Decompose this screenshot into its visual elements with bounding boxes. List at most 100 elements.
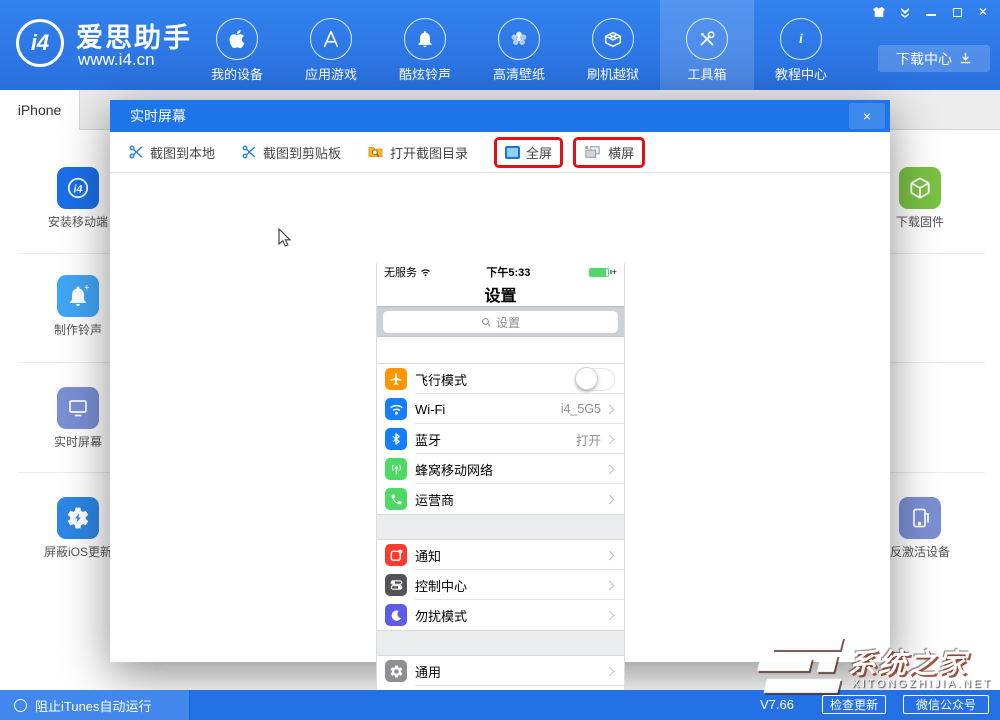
row-bluetooth[interactable]: 蓝牙 打开 (377, 424, 624, 454)
svg-text:+: + (85, 284, 90, 292)
divider (890, 472, 985, 473)
maximize-button[interactable] (946, 3, 968, 21)
nav-flash-jailbreak[interactable]: 刷机越狱 (566, 0, 660, 90)
menu-chevrons-icon[interactable] (894, 3, 916, 21)
divider (890, 362, 985, 363)
nav-ringtones[interactable]: 酷炫铃声 (378, 0, 472, 90)
spacer (377, 337, 624, 363)
firmware-cube-icon (899, 167, 941, 209)
row-label: 蓝牙 (415, 430, 576, 449)
scissors-icon (128, 144, 144, 160)
nav-wallpapers[interactable]: 高清壁纸 (472, 0, 566, 90)
version-label: V7.66 (760, 697, 794, 712)
wifi-status-icon (420, 268, 431, 277)
download-center-button[interactable]: 下载中心 (878, 45, 990, 72)
toolbar-label: 横屏 (608, 143, 634, 162)
open-screenshot-folder-button[interactable]: 打开截图目录 (367, 143, 468, 162)
chevron-right-icon (605, 434, 615, 444)
download-center-label: 下载中心 (896, 49, 952, 69)
folder-search-icon (367, 144, 384, 160)
notifications-icon (385, 544, 407, 566)
row-carrier[interactable]: 运营商 (377, 484, 624, 514)
jailbreak-box-icon (592, 18, 634, 60)
group-separator (377, 631, 624, 655)
settings-group-2: 通知 控制中心 勿扰模式 (377, 539, 624, 631)
row-label: 运营商 (415, 490, 606, 509)
chevron-right-icon (605, 666, 615, 676)
fullscreen-highlight-box: 全屏 (494, 137, 563, 168)
airplane-toggle[interactable] (575, 368, 615, 391)
row-airplane-mode[interactable]: 飞行模式 (377, 364, 624, 394)
nav-label: 刷机越狱 (587, 64, 639, 83)
toolbox-icon (686, 18, 728, 60)
bell-icon (404, 18, 446, 60)
group-separator (377, 515, 624, 539)
row-do-not-disturb[interactable]: 勿扰模式 (377, 600, 624, 630)
chevron-right-icon (605, 404, 615, 414)
fullscreen-button[interactable]: 全屏 (505, 143, 552, 162)
chevron-right-icon (605, 494, 615, 504)
screenshot-to-clipboard-button[interactable]: 截图到剪贴板 (241, 143, 341, 162)
row-control-center[interactable]: 控制中心 (377, 570, 624, 600)
skin-icon[interactable] (868, 3, 890, 21)
row-notifications[interactable]: 通知 (377, 540, 624, 570)
row-value: 打开 (576, 430, 601, 449)
svg-text:i4: i4 (73, 183, 82, 195)
divider (18, 253, 110, 254)
search-icon (481, 317, 492, 328)
dialog-content: 无服务 下午5:33 + 设置 设置 (110, 173, 890, 662)
nav-my-devices[interactable]: 我的设备 (190, 0, 284, 90)
checkbox-circle-icon (14, 699, 27, 712)
nav-apps-games[interactable]: 应用游戏 (284, 0, 378, 90)
nav-label: 教程中心 (775, 64, 827, 83)
check-update-button[interactable]: 检查更新 (822, 695, 886, 714)
block-itunes-checkbox[interactable]: 阻止iTunes自动运行 (0, 690, 190, 720)
bluetooth-icon (385, 428, 407, 450)
landscape-button[interactable]: 横屏 (584, 143, 634, 162)
control-center-icon (385, 574, 407, 596)
nav-toolbox[interactable]: 工具箱 (660, 0, 754, 90)
app-url: www.i4.cn (78, 50, 155, 70)
divider (18, 472, 110, 473)
ringtone-bell-icon: + (57, 275, 99, 317)
charging-indicator: + (612, 267, 617, 277)
nav-tutorials[interactable]: i 教程中心 (754, 0, 848, 90)
main-nav: 我的设备 应用游戏 酷炫铃声 高清壁纸 刷机越狱 (190, 0, 848, 90)
nav-label: 我的设备 (211, 64, 263, 83)
fullscreen-icon (505, 146, 520, 159)
checkbox-label: 阻止iTunes自动运行 (35, 696, 152, 715)
appstore-icon (310, 18, 352, 60)
logo-badge: i4 (31, 30, 49, 56)
screenshot-to-local-button[interactable]: 截图到本地 (128, 143, 215, 162)
row-label: 通知 (415, 546, 606, 565)
row-cellular[interactable]: 蜂窝移动网络 (377, 454, 624, 484)
wechat-account-button[interactable]: 微信公众号 (903, 695, 989, 714)
dialog-titlebar[interactable]: 实时屏幕 × (110, 100, 890, 132)
divider (890, 253, 985, 254)
carrier-phone-icon (385, 488, 407, 510)
minimize-button[interactable] (920, 3, 942, 21)
nav-label: 酷炫铃声 (399, 64, 451, 83)
i4-app-icon: i4 (57, 167, 99, 209)
close-button[interactable]: ✕ (972, 3, 994, 21)
search-input[interactable]: 设置 (383, 311, 618, 333)
wifi-icon (385, 398, 407, 420)
live-screen-dialog: 实时屏幕 × 截图到本地 截图到剪贴板 打开截图目录 全屏 横屏 (110, 100, 890, 662)
toolbar-label: 全屏 (526, 143, 552, 162)
tab-iphone[interactable]: iPhone (0, 90, 80, 130)
window-controls: ✕ (868, 3, 994, 21)
phone-screen: 无服务 下午5:33 + 设置 设置 (376, 263, 625, 720)
dialog-close-icon[interactable]: × (849, 103, 885, 129)
tab-label: iPhone (18, 102, 62, 118)
nav-label: 高清壁纸 (493, 64, 545, 83)
row-wifi[interactable]: Wi-Fi i4_5G5 (377, 394, 624, 424)
search-placeholder: 设置 (496, 314, 520, 331)
row-general[interactable]: 通用 (377, 656, 624, 686)
clock-label: 下午5:33 (431, 264, 586, 280)
toolbar-label: 打开截图目录 (390, 143, 468, 162)
row-label: 飞行模式 (415, 370, 575, 389)
dialog-title: 实时屏幕 (130, 106, 186, 126)
nav-label: 应用游戏 (305, 64, 357, 83)
row-label: 勿扰模式 (415, 606, 606, 625)
status-bar: 阻止iTunes自动运行 V7.66 检查更新 微信公众号 (0, 690, 1000, 720)
